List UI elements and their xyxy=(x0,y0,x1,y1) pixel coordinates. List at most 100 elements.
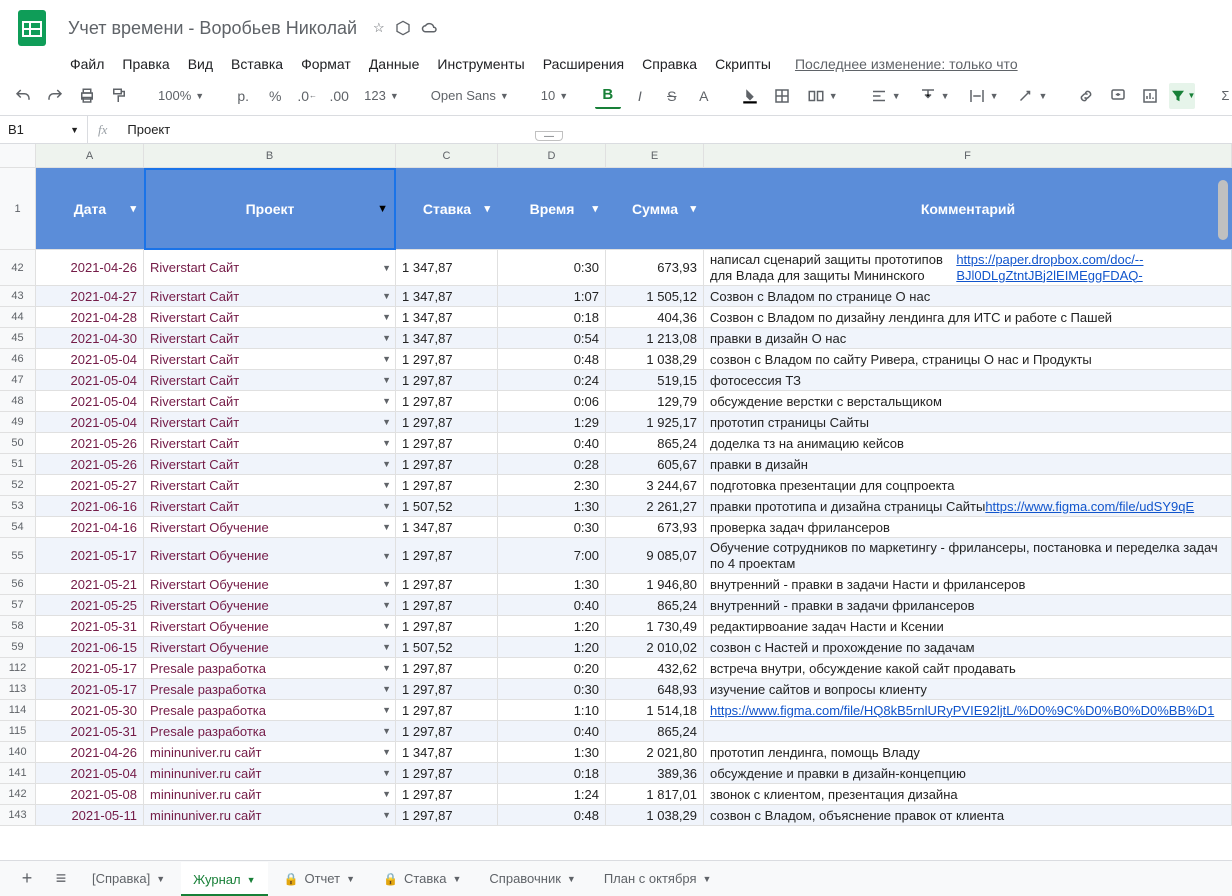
chevron-down-icon[interactable]: ▼ xyxy=(703,874,712,884)
dec-increase-button[interactable]: .00 xyxy=(326,83,352,109)
cell-project[interactable]: Riverstart Сайт▼ xyxy=(144,433,396,453)
cell-project[interactable]: Riverstart Сайт▼ xyxy=(144,454,396,474)
cell-sum[interactable]: 1 946,80 xyxy=(606,574,704,594)
functions-select[interactable]: Σ▼ xyxy=(1215,83,1232,109)
currency-button[interactable]: р. xyxy=(230,83,256,109)
cell-project[interactable]: Riverstart Сайт▼ xyxy=(144,475,396,495)
paint-format-button[interactable] xyxy=(106,83,132,109)
cell-project[interactable]: Riverstart Сайт▼ xyxy=(144,250,396,285)
sheet-tab[interactable]: 🔒Ставка▼ xyxy=(371,862,473,896)
halign-select[interactable]: ▼ xyxy=(864,83,907,109)
vertical-scrollbar[interactable] xyxy=(1218,160,1230,856)
cell-project[interactable]: Riverstart Сайт▼ xyxy=(144,349,396,369)
cell-project[interactable]: mininuniver.ru сайт▼ xyxy=(144,805,396,825)
row-header[interactable]: 55 xyxy=(0,538,36,573)
cell-rate[interactable]: 1 297,87 xyxy=(396,616,498,636)
cell-comment[interactable]: https://www.figma.com/file/HQ8kB5rnlURyP… xyxy=(704,700,1232,720)
cell-project[interactable]: Riverstart Обучение▼ xyxy=(144,574,396,594)
cell-time[interactable]: 0:54 xyxy=(498,328,606,348)
rotate-select[interactable]: ▼ xyxy=(1010,83,1053,109)
col-header-c[interactable]: C xyxy=(396,144,498,167)
cell-time[interactable]: 1:30 xyxy=(498,496,606,516)
cell-comment[interactable]: прототип страницы Сайты xyxy=(704,412,1232,432)
cell-date[interactable]: 2021-04-16 xyxy=(36,517,144,537)
cell-comment[interactable]: написал сценарий защиты прототипов для В… xyxy=(704,250,1232,285)
cell-project[interactable]: Riverstart Обучение▼ xyxy=(144,538,396,573)
cell-project[interactable]: Presale разработка▼ xyxy=(144,721,396,741)
menu-edit[interactable]: Правка xyxy=(114,52,177,76)
cell-comment[interactable]: прототип лендинга, помощь Владу xyxy=(704,742,1232,762)
cell-rate[interactable]: 1 297,87 xyxy=(396,391,498,411)
cell-time[interactable]: 1:20 xyxy=(498,637,606,657)
cell-sum[interactable]: 1 514,18 xyxy=(606,700,704,720)
name-box[interactable]: B1▼ xyxy=(0,116,88,143)
menu-insert[interactable]: Вставка xyxy=(223,52,291,76)
cell-comment[interactable]: звонок с клиентом, презентация дизайна xyxy=(704,784,1232,804)
dropdown-icon[interactable]: ▼ xyxy=(382,333,391,343)
row-header[interactable]: 50 xyxy=(0,433,36,453)
cell-rate[interactable]: 1 297,87 xyxy=(396,658,498,678)
chevron-down-icon[interactable]: ▼ xyxy=(452,874,461,884)
cell-date[interactable]: 2021-04-30 xyxy=(36,328,144,348)
dropdown-icon[interactable]: ▼ xyxy=(382,768,391,778)
dropdown-icon[interactable]: ▼ xyxy=(382,459,391,469)
cell-date[interactable]: 2021-05-31 xyxy=(36,721,144,741)
cell-time[interactable]: 1:29 xyxy=(498,412,606,432)
cell-sum[interactable]: 605,67 xyxy=(606,454,704,474)
cell-sum[interactable]: 2 021,80 xyxy=(606,742,704,762)
cell-rate[interactable]: 1 347,87 xyxy=(396,307,498,327)
strikethrough-button[interactable]: S xyxy=(659,83,685,109)
dec-decrease-button[interactable]: .0← xyxy=(294,83,320,109)
cell-time[interactable]: 0:20 xyxy=(498,658,606,678)
cell-project[interactable]: Riverstart Сайт▼ xyxy=(144,328,396,348)
row-header[interactable]: 113 xyxy=(0,679,36,699)
cell-sum[interactable]: 3 244,67 xyxy=(606,475,704,495)
filter-icon-active[interactable]: ▼ xyxy=(377,203,388,215)
cell-rate[interactable]: 1 297,87 xyxy=(396,700,498,720)
cell-comment[interactable]: доделка тз на анимацию кейсов xyxy=(704,433,1232,453)
cell-project[interactable]: Riverstart Сайт▼ xyxy=(144,286,396,306)
all-sheets-button[interactable]: ≡ xyxy=(46,864,76,894)
cell-rate[interactable]: 1 507,52 xyxy=(396,496,498,516)
cell-date[interactable]: 2021-05-04 xyxy=(36,412,144,432)
cell-rate[interactable]: 1 507,52 xyxy=(396,637,498,657)
sheet-tab[interactable]: 🔒Отчет▼ xyxy=(272,862,367,896)
cell-comment[interactable]: созвон с Настей и прохождение по задачам xyxy=(704,637,1232,657)
link-button[interactable] xyxy=(1073,83,1099,109)
row-header[interactable]: 142 xyxy=(0,784,36,804)
row-header[interactable]: 49 xyxy=(0,412,36,432)
menu-view[interactable]: Вид xyxy=(180,52,221,76)
dropdown-icon[interactable]: ▼ xyxy=(382,396,391,406)
cell-project[interactable]: Riverstart Сайт▼ xyxy=(144,370,396,390)
row-header[interactable]: 140 xyxy=(0,742,36,762)
row-header[interactable]: 44 xyxy=(0,307,36,327)
chevron-down-icon[interactable]: ▼ xyxy=(156,874,165,884)
cell-rate[interactable]: 1 347,87 xyxy=(396,286,498,306)
cell-time[interactable]: 1:10 xyxy=(498,700,606,720)
cell-rate[interactable]: 1 297,87 xyxy=(396,412,498,432)
cell-sum[interactable]: 648,93 xyxy=(606,679,704,699)
formula-input[interactable]: Проект xyxy=(117,122,170,137)
cell-time[interactable]: 0:18 xyxy=(498,763,606,783)
cell-project[interactable]: Riverstart Сайт▼ xyxy=(144,496,396,516)
cell-comment[interactable]: обсуждение и правки в дизайн-концепцию xyxy=(704,763,1232,783)
filter-button[interactable]: ▼ xyxy=(1169,83,1195,109)
cell-rate[interactable]: 1 297,87 xyxy=(396,370,498,390)
cell-rate[interactable]: 1 347,87 xyxy=(396,328,498,348)
row-header[interactable]: 53 xyxy=(0,496,36,516)
col-header-e[interactable]: E xyxy=(606,144,704,167)
row-header[interactable]: 143 xyxy=(0,805,36,825)
font-select[interactable]: Open Sans▼ xyxy=(425,83,515,109)
cell-date[interactable]: 2021-05-27 xyxy=(36,475,144,495)
cell-rate[interactable]: 1 347,87 xyxy=(396,517,498,537)
print-button[interactable] xyxy=(74,83,100,109)
cell-project[interactable]: Riverstart Сайт▼ xyxy=(144,307,396,327)
cell-time[interactable]: 0:48 xyxy=(498,805,606,825)
cell-project[interactable]: Riverstart Сайт▼ xyxy=(144,391,396,411)
menu-help[interactable]: Справка xyxy=(634,52,705,76)
cell-comment[interactable]: внутренний - правки в задачи фрилансеров xyxy=(704,595,1232,615)
cell-rate[interactable]: 1 297,87 xyxy=(396,721,498,741)
dropdown-icon[interactable]: ▼ xyxy=(382,551,391,561)
cell-rate[interactable]: 1 297,87 xyxy=(396,454,498,474)
cell-time[interactable]: 1:20 xyxy=(498,616,606,636)
